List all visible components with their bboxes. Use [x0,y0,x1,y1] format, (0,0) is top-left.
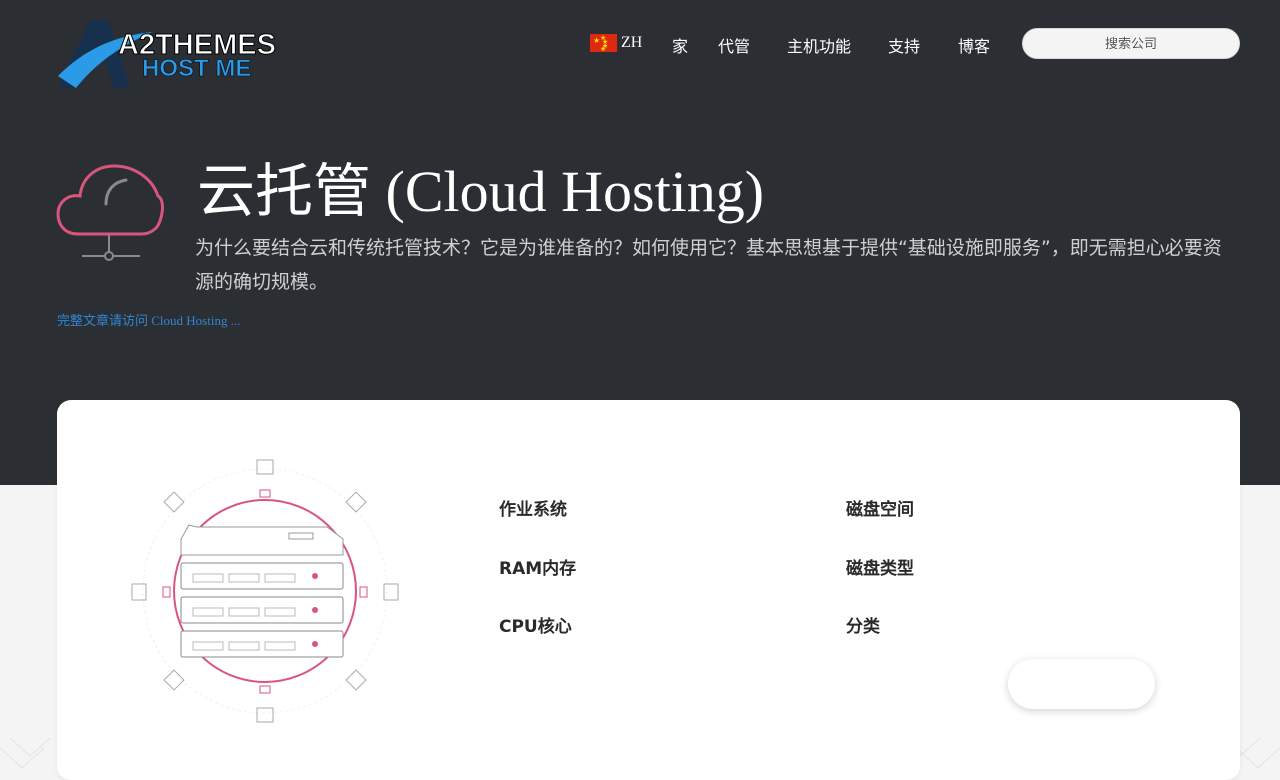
background-pattern [0,738,51,768]
cloud-hosting-icon [56,164,164,261]
china-flag-icon: ★ ★ ★ ★ ★ [590,34,617,52]
server-rack-illustration [131,459,399,723]
nav-hosting[interactable]: 代管 [718,33,750,57]
main-nav: ★ ★ ★ ★ ★ ZH 家 代管 主机功能 支持 博客 [588,28,1240,60]
spec-ram-label: RAM内存 [499,559,577,579]
company-search-input[interactable] [1022,28,1240,59]
spec-disk-type-label: 磁盘类型 [846,559,914,579]
full-article-link[interactable]: 完整文章请访问 Cloud Hosting ... [57,310,240,329]
intro-paragraph: 为什么要结合云和传统托管技术？它是为谁准备的？如何使用它？基本思想基于提供“基础… [195,237,1222,293]
nav-home[interactable]: 家 [672,33,688,57]
nav-host-features[interactable]: 主机功能 [787,33,851,57]
nav-support[interactable]: 支持 [888,33,920,57]
site-logo[interactable]: A2THEMES HOST ME [56,18,292,90]
logo-text-line2: HOST ME [142,55,251,82]
language-switcher[interactable]: ★ ★ ★ ★ ★ ZH [590,34,642,52]
nav-blog[interactable]: 博客 [958,33,990,57]
plan-action-button[interactable] [1008,659,1155,709]
spec-category-label: 分类 [846,617,880,637]
hosting-plan-card: 作业系统 RAM内存 CPU核心 磁盘空间 磁盘类型 分类 [57,400,1240,780]
page-title: 云托管 (Cloud Hosting) [197,159,765,224]
spec-os-label: 作业系统 [499,500,567,520]
spec-disk-space-label: 磁盘空间 [846,500,914,520]
spec-cpu-label: CPU核心 [499,617,572,637]
language-code: ZH [621,34,643,51]
